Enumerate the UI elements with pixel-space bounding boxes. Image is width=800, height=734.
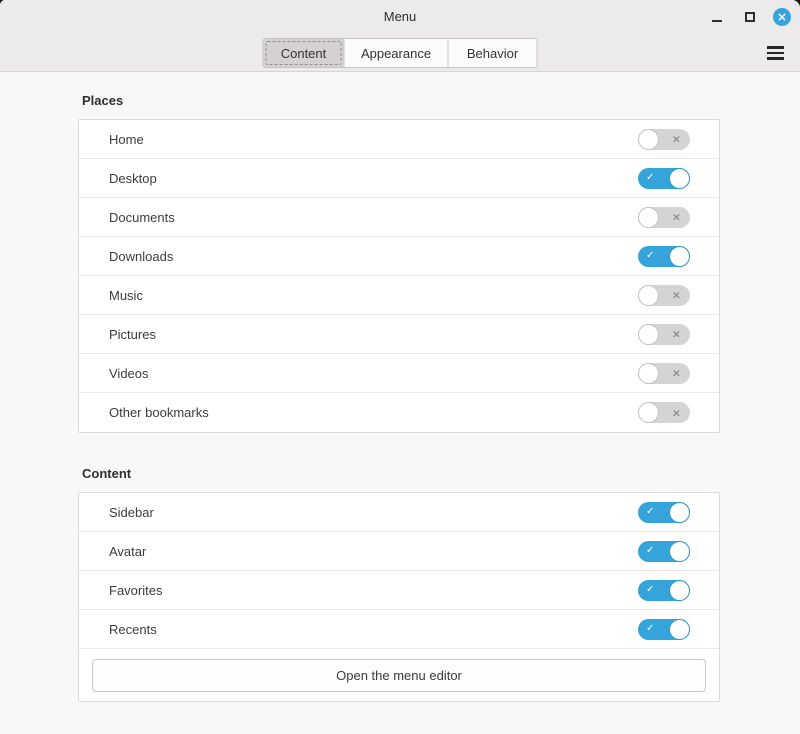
window-controls: × bbox=[707, 0, 791, 33]
row-other-bookmarks: Other bookmarks ✓ × bbox=[79, 393, 719, 432]
settings-window: Menu × Content Appearance Behavior Place… bbox=[0, 0, 800, 734]
row-sidebar: Sidebar ✓ × bbox=[79, 493, 719, 532]
row-label: Recents bbox=[109, 622, 638, 637]
switch-knob bbox=[669, 619, 690, 640]
settings-content: Places Home ✓ × Desktop ✓ × Docume bbox=[0, 93, 800, 702]
toggle-switch-favorites[interactable]: ✓ × bbox=[638, 580, 690, 601]
switch-knob bbox=[638, 363, 659, 384]
menu-editor-row: Open the menu editor bbox=[79, 649, 719, 701]
check-icon: ✓ bbox=[646, 507, 654, 517]
toggle-switch-videos[interactable]: ✓ × bbox=[638, 363, 690, 384]
window-header: Menu × Content Appearance Behavior bbox=[0, 0, 800, 72]
tab-content[interactable]: Content bbox=[264, 39, 345, 67]
section-title-content: Content bbox=[82, 466, 720, 481]
open-menu-editor-button[interactable]: Open the menu editor bbox=[92, 659, 706, 692]
check-icon: ✓ bbox=[646, 546, 654, 556]
row-label: Desktop bbox=[109, 171, 638, 186]
row-videos: Videos ✓ × bbox=[79, 354, 719, 393]
row-label: Pictures bbox=[109, 327, 638, 342]
row-favorites: Favorites ✓ × bbox=[79, 571, 719, 610]
toggle-switch-pictures[interactable]: ✓ × bbox=[638, 324, 690, 345]
maximize-icon bbox=[745, 12, 755, 22]
tab-behavior[interactable]: Behavior bbox=[449, 39, 537, 67]
switch-knob bbox=[638, 402, 659, 423]
titlebar[interactable]: Menu × bbox=[0, 0, 800, 33]
row-desktop: Desktop ✓ × bbox=[79, 159, 719, 198]
switch-knob bbox=[638, 285, 659, 306]
row-downloads: Downloads ✓ × bbox=[79, 237, 719, 276]
switch-knob bbox=[638, 324, 659, 345]
check-icon: ✓ bbox=[646, 251, 654, 261]
row-pictures: Pictures ✓ × bbox=[79, 315, 719, 354]
toggle-switch-other-bookmarks[interactable]: ✓ × bbox=[638, 402, 690, 423]
row-documents: Documents ✓ × bbox=[79, 198, 719, 237]
cross-icon: × bbox=[672, 212, 681, 223]
switch-knob bbox=[638, 129, 659, 150]
row-music: Music ✓ × bbox=[79, 276, 719, 315]
tab-appearance[interactable]: Appearance bbox=[345, 39, 449, 67]
switch-knob bbox=[669, 246, 690, 267]
toggle-switch-desktop[interactable]: ✓ × bbox=[638, 168, 690, 189]
row-home: Home ✓ × bbox=[79, 120, 719, 159]
switch-knob bbox=[669, 541, 690, 562]
content-card: Sidebar ✓ × Avatar ✓ × Favorites ✓ bbox=[78, 492, 720, 702]
places-card: Home ✓ × Desktop ✓ × Documents ✓ bbox=[78, 119, 720, 433]
row-label: Avatar bbox=[109, 544, 638, 559]
row-label: Music bbox=[109, 288, 638, 303]
cross-icon: × bbox=[672, 407, 681, 418]
cross-icon: × bbox=[672, 134, 681, 145]
tab-switcher: Content Appearance Behavior bbox=[263, 38, 538, 68]
switch-knob bbox=[669, 580, 690, 601]
switch-knob bbox=[638, 207, 659, 228]
toggle-switch-downloads[interactable]: ✓ × bbox=[638, 246, 690, 267]
check-icon: ✓ bbox=[646, 585, 654, 595]
check-icon: ✓ bbox=[646, 624, 654, 634]
hamburger-menu-button[interactable] bbox=[765, 38, 785, 68]
hamburger-icon bbox=[767, 46, 784, 49]
row-label: Other bookmarks bbox=[109, 405, 638, 420]
toggle-switch-documents[interactable]: ✓ × bbox=[638, 207, 690, 228]
toggle-switch-avatar[interactable]: ✓ × bbox=[638, 541, 690, 562]
cross-icon: × bbox=[672, 290, 681, 301]
section-title-places: Places bbox=[82, 93, 720, 108]
row-avatar: Avatar ✓ × bbox=[79, 532, 719, 571]
toggle-switch-sidebar[interactable]: ✓ × bbox=[638, 502, 690, 523]
close-icon: × bbox=[777, 11, 787, 23]
row-label: Videos bbox=[109, 366, 638, 381]
check-icon: ✓ bbox=[646, 173, 654, 183]
row-label: Sidebar bbox=[109, 505, 638, 520]
window-title: Menu bbox=[384, 9, 417, 24]
minimize-button[interactable] bbox=[707, 7, 727, 27]
toggle-switch-music[interactable]: ✓ × bbox=[638, 285, 690, 306]
row-label: Home bbox=[109, 132, 638, 147]
minimize-icon bbox=[712, 20, 722, 22]
close-button[interactable]: × bbox=[773, 8, 791, 26]
row-recents: Recents ✓ × bbox=[79, 610, 719, 649]
toggle-switch-recents[interactable]: ✓ × bbox=[638, 619, 690, 640]
row-label: Favorites bbox=[109, 583, 638, 598]
switch-knob bbox=[669, 502, 690, 523]
row-label: Documents bbox=[109, 210, 638, 225]
row-label: Downloads bbox=[109, 249, 638, 264]
cross-icon: × bbox=[672, 329, 681, 340]
toggle-switch-home[interactable]: ✓ × bbox=[638, 129, 690, 150]
maximize-button[interactable] bbox=[740, 7, 760, 27]
cross-icon: × bbox=[672, 368, 681, 379]
switch-knob bbox=[669, 168, 690, 189]
